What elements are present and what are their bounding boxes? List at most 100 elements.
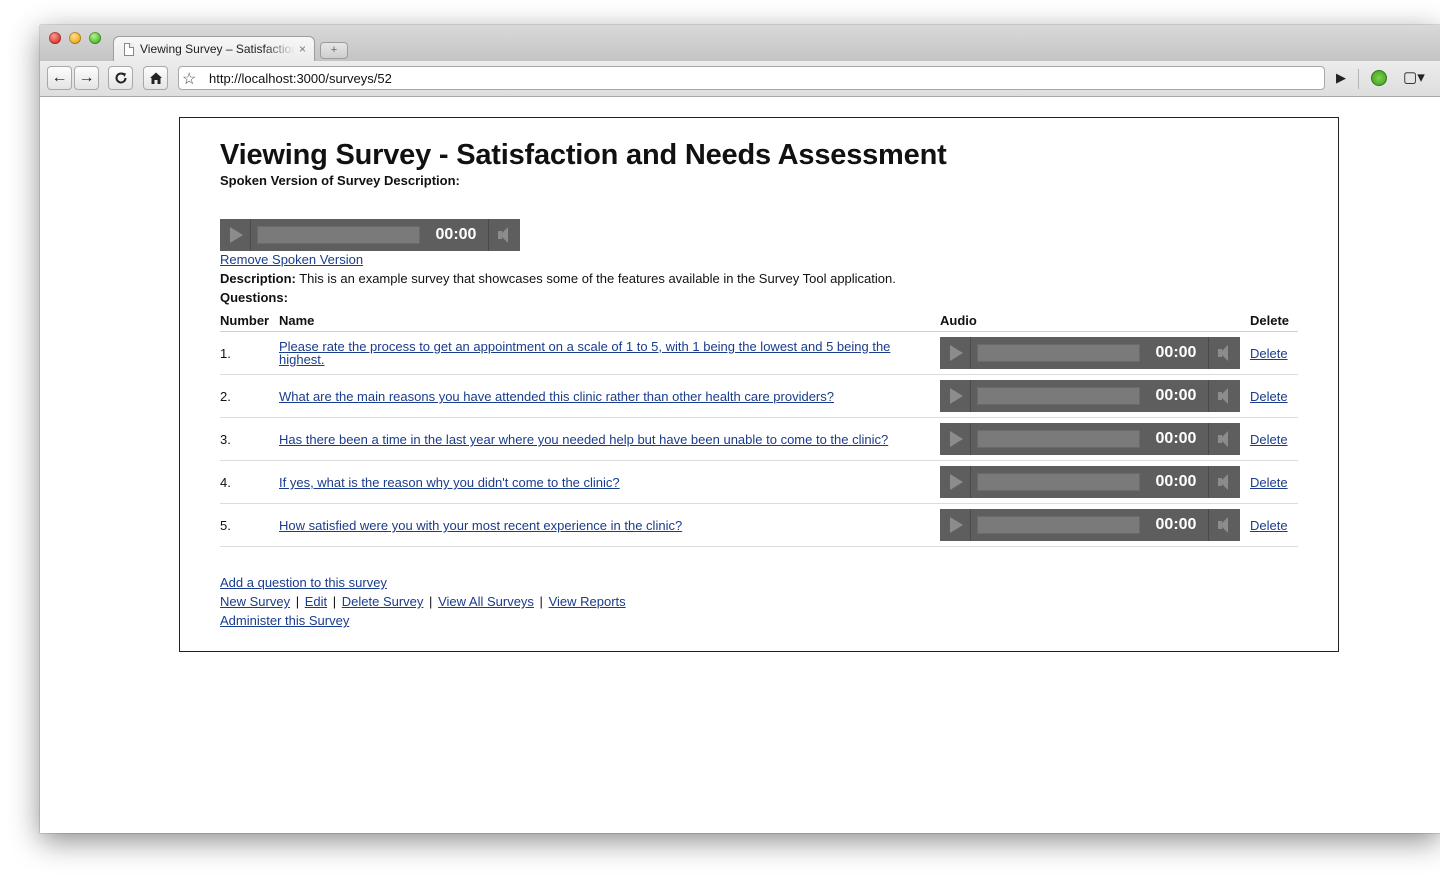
description-label: Description:	[220, 271, 296, 286]
separator: |	[539, 594, 543, 609]
page-icon	[124, 42, 134, 56]
volume-icon[interactable]	[1208, 466, 1240, 498]
audio-time: 00:00	[1155, 344, 1197, 361]
header-audio: Audio	[940, 313, 977, 328]
separator: |	[332, 594, 337, 609]
volume-icon[interactable]	[1208, 380, 1240, 412]
footer-links: Add a question to this survey New Survey…	[220, 573, 626, 630]
question-number: 1.	[220, 346, 231, 361]
audio-progress-track[interactable]	[977, 473, 1140, 491]
browser-toolbar: ← → ☆ ▶ ▢▾	[40, 61, 1440, 97]
question-link[interactable]: What are the main reasons you have atten…	[279, 390, 919, 403]
browser-tab[interactable]: Viewing Survey – Satisfaction and Needs …	[113, 36, 315, 61]
separator: |	[429, 594, 433, 609]
go-icon[interactable]: ▶	[1330, 66, 1352, 90]
reload-button[interactable]	[108, 66, 133, 90]
questions-table: Number Name Audio Delete 1. Please rate t…	[220, 312, 1298, 547]
question-link[interactable]: Has there been a time in the last year w…	[279, 433, 919, 446]
header-name: Name	[279, 313, 315, 328]
url-input[interactable]	[209, 71, 1289, 86]
table-row: 2. What are the main reasons you have att…	[220, 375, 1298, 418]
browser-window: Viewing Survey – Satisfaction and Needs …	[40, 25, 1440, 833]
audio-progress-track[interactable]	[977, 430, 1140, 448]
question-number: 5.	[220, 518, 231, 533]
question-audio-player: 00:00	[940, 466, 1240, 498]
back-button[interactable]: ←	[47, 66, 72, 90]
tab-close-icon[interactable]: ×	[299, 42, 306, 56]
edit-link[interactable]: Edit	[305, 594, 327, 609]
audio-time: 00:00	[1155, 516, 1197, 533]
delete-question-link[interactable]: Delete	[1250, 475, 1288, 490]
window-zoom-button[interactable]	[89, 32, 101, 44]
add-question-link[interactable]: Add a question to this survey	[220, 575, 387, 590]
home-button[interactable]	[143, 66, 168, 90]
volume-icon[interactable]	[488, 219, 520, 251]
audio-progress-track[interactable]	[977, 516, 1140, 534]
audio-progress-track[interactable]	[977, 387, 1140, 405]
page-menu-icon[interactable]: ▢▾	[1403, 68, 1425, 86]
remove-spoken-version-link[interactable]: Remove Spoken Version	[220, 252, 363, 267]
delete-question-link[interactable]: Delete	[1250, 389, 1288, 404]
audio-time: 00:00	[1155, 473, 1197, 490]
table-row: 1. Please rate the process to get an appo…	[220, 332, 1298, 375]
question-audio-player: 00:00	[940, 509, 1240, 541]
forward-button[interactable]: →	[74, 66, 99, 90]
volume-icon[interactable]	[1208, 509, 1240, 541]
survey-description: Description: This is an example survey t…	[220, 271, 896, 286]
question-link[interactable]: If yes, what is the reason why you didn'…	[279, 476, 919, 489]
table-row: 4. If yes, what is the reason why you did…	[220, 461, 1298, 504]
window-minimize-button[interactable]	[69, 32, 81, 44]
new-tab-button[interactable]: +	[320, 42, 348, 59]
question-audio-player: 00:00	[940, 380, 1240, 412]
questions-label: Questions:	[220, 290, 288, 305]
question-number: 2.	[220, 389, 231, 404]
administer-survey-link[interactable]: Administer this Survey	[220, 613, 349, 628]
spoken-version-label: Spoken Version of Survey Description:	[220, 173, 460, 188]
survey-panel: Viewing Survey - Satisfaction and Needs …	[179, 117, 1339, 652]
audio-progress-track[interactable]	[257, 226, 420, 244]
volume-icon[interactable]	[1208, 337, 1240, 369]
volume-icon[interactable]	[1208, 423, 1240, 455]
table-row: 3. Has there been a time in the last year…	[220, 418, 1298, 461]
delete-question-link[interactable]: Delete	[1250, 432, 1288, 447]
audio-progress-track[interactable]	[977, 344, 1140, 362]
delete-question-link[interactable]: Delete	[1250, 518, 1288, 533]
table-header: Number Name Audio Delete	[220, 312, 1298, 332]
audio-time: 00:00	[1155, 387, 1197, 404]
question-number: 3.	[220, 432, 231, 447]
new-survey-link[interactable]: New Survey	[220, 594, 290, 609]
reload-icon	[115, 72, 127, 84]
audio-time: 00:00	[1155, 430, 1197, 447]
tab-strip: Viewing Survey – Satisfaction and Needs …	[40, 25, 1440, 61]
delete-survey-link[interactable]: Delete Survey	[342, 594, 424, 609]
question-audio-player: 00:00	[940, 337, 1240, 369]
page-content: Viewing Survey - Satisfaction and Needs …	[40, 97, 1440, 833]
play-icon[interactable]	[940, 509, 971, 541]
play-icon[interactable]	[940, 423, 971, 455]
audio-time: 00:00	[435, 226, 477, 243]
question-number: 4.	[220, 475, 231, 490]
play-icon[interactable]	[940, 466, 971, 498]
page-title: Viewing Survey - Satisfaction and Needs …	[220, 139, 947, 171]
bookmark-star-icon[interactable]: ☆	[182, 69, 196, 89]
question-link[interactable]: How satisfied were you with your most re…	[279, 519, 919, 532]
play-icon[interactable]	[940, 337, 971, 369]
description-audio-player: 00:00	[220, 219, 520, 251]
view-all-surveys-link[interactable]: View All Surveys	[438, 594, 534, 609]
view-reports-link[interactable]: View Reports	[549, 594, 626, 609]
toolbar-divider	[1358, 69, 1359, 89]
play-icon[interactable]	[940, 380, 971, 412]
header-number: Number	[220, 313, 270, 328]
header-delete: Delete	[1250, 313, 1290, 328]
extension-icon[interactable]	[1371, 70, 1387, 86]
play-icon[interactable]	[220, 219, 251, 251]
window-close-button[interactable]	[49, 32, 61, 44]
tab-title: Viewing Survey – Satisfaction and Needs …	[140, 42, 295, 56]
address-bar[interactable]: ☆	[178, 66, 1325, 90]
description-text: This is an example survey that showcases…	[295, 271, 896, 286]
delete-question-link[interactable]: Delete	[1250, 346, 1288, 361]
table-body: 1. Please rate the process to get an appo…	[220, 332, 1298, 547]
question-audio-player: 00:00	[940, 423, 1240, 455]
table-row: 5. How satisfied were you with your most …	[220, 504, 1298, 547]
question-link[interactable]: Please rate the process to get an appoin…	[279, 340, 919, 366]
